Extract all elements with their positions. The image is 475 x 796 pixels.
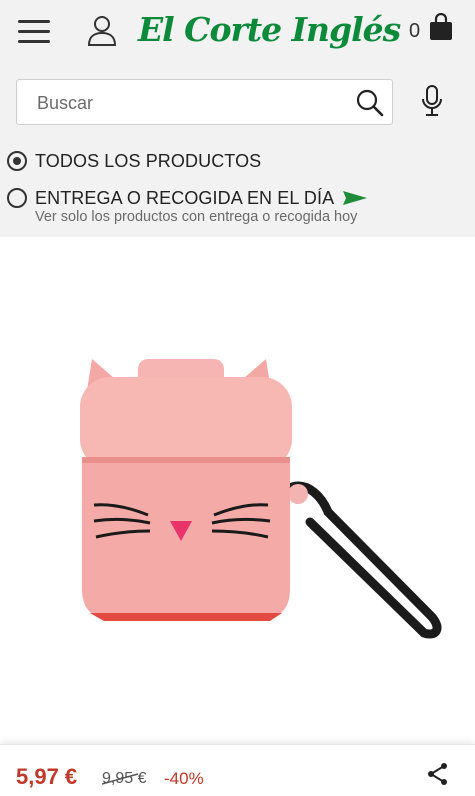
- filter-subtitle: Ver solo los productos con entrega o rec…: [35, 209, 358, 225]
- microphone-icon-svg: [422, 85, 442, 116]
- menu-line: [18, 20, 50, 23]
- microphone-icon[interactable]: [419, 84, 445, 118]
- radio-dot: [13, 157, 21, 165]
- strikethrough-line: [102, 773, 139, 785]
- share-icon[interactable]: [426, 762, 450, 786]
- radio-button[interactable]: [7, 188, 27, 208]
- discount-badge: -40%: [164, 769, 204, 788]
- top-bar: El Corte Inglés 0: [0, 0, 475, 70]
- radio-button-selected[interactable]: [7, 151, 27, 171]
- current-price: 5,97 €: [16, 764, 78, 789]
- original-price: 9,95 €: [102, 770, 146, 788]
- filter-same-day-delivery[interactable]: ENTREGA O RECOGIDA EN EL DÍA: [7, 185, 387, 211]
- hamburger-menu-button[interactable]: [18, 20, 50, 46]
- user-icon[interactable]: [86, 14, 118, 48]
- product-image[interactable]: [60, 337, 460, 657]
- search-icon[interactable]: [355, 88, 385, 118]
- share-icon-svg: [428, 763, 447, 785]
- user-icon-svg: [87, 16, 117, 46]
- shopping-bag-icon-svg: [430, 12, 452, 40]
- header: El Corte Inglés 0 TODOS LO: [0, 0, 475, 237]
- search-box: [16, 79, 393, 125]
- product-gallery[interactable]: [0, 237, 475, 772]
- brand-logo[interactable]: El Corte Inglés: [138, 4, 401, 56]
- search-icon-svg: [356, 89, 384, 117]
- arrow-flag-icon: [343, 191, 367, 205]
- cart-count: 0: [409, 20, 421, 42]
- shopping-bag-icon[interactable]: [428, 12, 454, 41]
- price-bar: 5,97 € 9,95 € -40%: [0, 744, 475, 796]
- filter-all-products-label: TODOS LOS PRODUCTOS: [35, 151, 262, 171]
- search-input[interactable]: [37, 90, 337, 116]
- filter-same-day-label: ENTREGA O RECOGIDA EN EL DÍA: [35, 188, 335, 208]
- menu-line: [18, 30, 50, 33]
- menu-line: [18, 40, 50, 43]
- filter-all-products[interactable]: TODOS LOS PRODUCTOS: [7, 148, 307, 174]
